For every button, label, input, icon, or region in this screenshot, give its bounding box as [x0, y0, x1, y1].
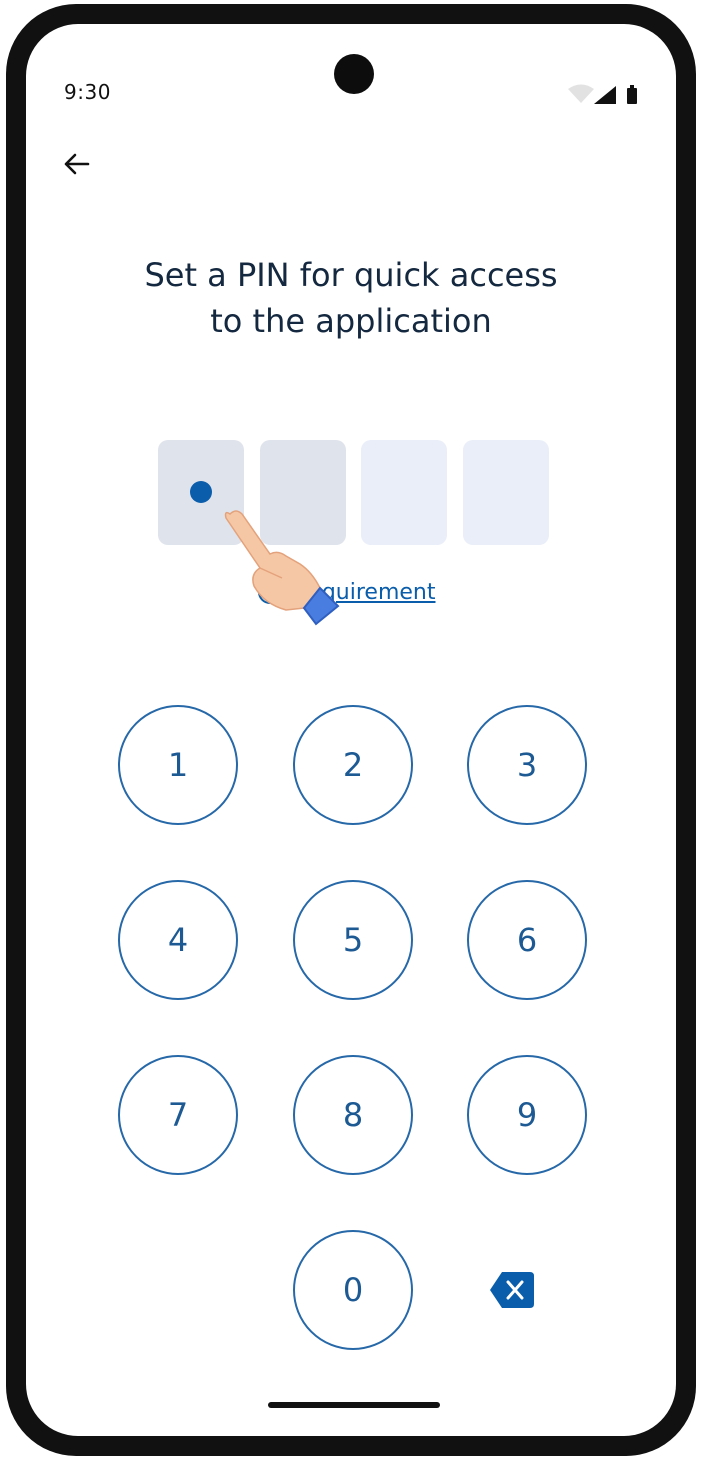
page-title: Set a PIN for quick access to the applic… — [26, 252, 676, 344]
backspace-button[interactable] — [488, 1270, 536, 1310]
backspace-icon — [490, 1272, 534, 1308]
key-3[interactable]: 3 — [467, 705, 587, 825]
key-1[interactable]: 1 — [118, 705, 238, 825]
key-7[interactable]: 7 — [118, 1055, 238, 1175]
back-button[interactable] — [54, 142, 98, 186]
title-line-2: to the application — [210, 302, 492, 340]
key-9[interactable]: 9 — [467, 1055, 587, 1175]
front-camera — [334, 54, 374, 94]
key-8[interactable]: 8 — [293, 1055, 413, 1175]
key-0[interactable]: 0 — [293, 1230, 413, 1350]
pin-box-3[interactable] — [361, 440, 447, 545]
home-indicator — [268, 1402, 440, 1408]
wifi-signal-battery-icon — [568, 84, 637, 104]
title-line-1: Set a PIN for quick access — [144, 256, 558, 294]
phone-frame: 9:30 Set a PIN for quick access to the a… — [6, 4, 696, 1456]
key-6[interactable]: 6 — [467, 880, 587, 1000]
pin-box-4[interactable] — [463, 440, 549, 545]
app-screen: 9:30 Set a PIN for quick access to the a… — [26, 24, 676, 1436]
status-icons — [566, 82, 646, 106]
key-5[interactable]: 5 — [293, 880, 413, 1000]
key-2[interactable]: 2 — [293, 705, 413, 825]
arrow-left-icon — [64, 153, 90, 175]
status-time: 9:30 — [64, 80, 111, 104]
key-4[interactable]: 4 — [118, 880, 238, 1000]
pin-dot — [190, 481, 212, 503]
pointing-hand-icon — [224, 510, 340, 626]
